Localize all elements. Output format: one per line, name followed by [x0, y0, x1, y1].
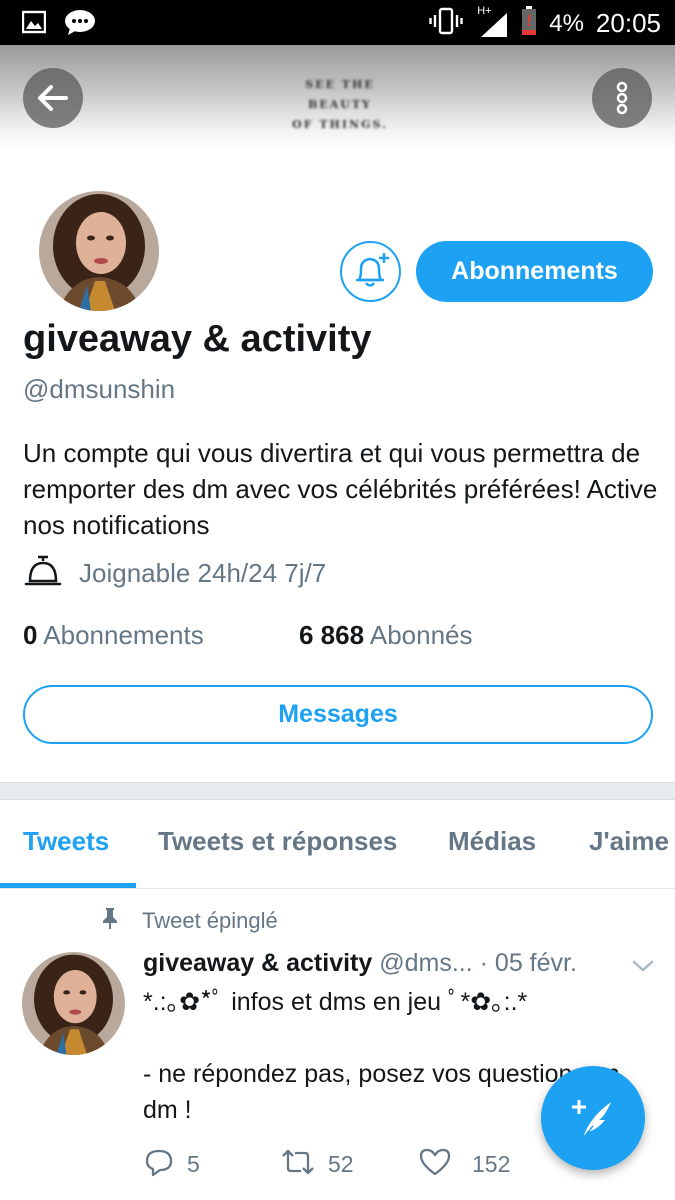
- reply-action[interactable]: 5: [143, 1146, 200, 1183]
- retweet-count: 52: [328, 1151, 354, 1177]
- profile-location: Joignable 24h/24 7j/7: [79, 557, 327, 588]
- active-tab-indicator: [0, 883, 136, 888]
- followers-stat[interactable]: 6 868 Abonnés: [299, 620, 473, 651]
- signal-icon: H+: [475, 5, 509, 39]
- section-divider: [0, 782, 675, 800]
- more-options-button[interactable]: [592, 68, 652, 128]
- messages-button[interactable]: Messages: [23, 685, 653, 744]
- followers-count: 6 868: [299, 620, 365, 650]
- chevron-down-icon: [630, 960, 656, 980]
- profile-bio: Un compte qui vous divertira et qui vous…: [23, 438, 658, 540]
- heart-icon: [418, 1146, 452, 1183]
- chat-icon: [64, 8, 98, 41]
- compose-icon: [541, 1100, 645, 1174]
- back-arrow-icon: [23, 85, 83, 132]
- banner-text: SEE THE BEAUTY OF THINGS.: [292, 78, 388, 131]
- pinned-label: Tweet épinglé: [142, 907, 278, 933]
- reply-count: 5: [187, 1151, 200, 1177]
- tab-tweets-and-replies[interactable]: Tweets et réponses: [158, 826, 397, 857]
- retweet-action[interactable]: 52: [280, 1146, 354, 1183]
- following-button[interactable]: Abonnements: [416, 241, 653, 302]
- tweet-date: · 05 févr.: [479, 949, 577, 977]
- tweet-author-avatar[interactable]: [22, 952, 125, 1055]
- profile-location-row: Joignable 24h/24 7j/7: [23, 553, 326, 593]
- more-vertical-icon: [592, 81, 652, 132]
- followers-label: Abonnés: [369, 620, 473, 650]
- bell-plus-icon: [342, 253, 399, 304]
- following-count: 0: [23, 620, 38, 650]
- profile-display-name: giveaway & activity: [23, 318, 372, 360]
- compose-tweet-button[interactable]: [541, 1066, 645, 1170]
- svg-text:!: !: [527, 13, 532, 30]
- pin-icon: [100, 906, 120, 935]
- service-bell-icon: [23, 551, 63, 596]
- tweet-author-handle: @dms...: [379, 949, 473, 977]
- following-label: Abonnements: [43, 620, 204, 650]
- tweet-menu-button[interactable]: [630, 956, 656, 981]
- profile-tabs: Tweets Tweets et réponses Médias J'aime: [0, 800, 675, 889]
- like-action[interactable]: 152: [418, 1146, 510, 1183]
- tab-media[interactable]: Médias: [448, 826, 536, 857]
- pinned-tweet-label-row: Tweet épinglé: [100, 906, 278, 935]
- battery-percent: 4%: [549, 9, 584, 37]
- status-bar: H+ ! 4% 20:05: [0, 0, 675, 45]
- back-button[interactable]: [23, 68, 83, 128]
- tweet-header: giveaway & activity @dms... · 05 févr.: [143, 949, 577, 978]
- profile-banner: SEE THE BEAUTY OF THINGS.: [0, 45, 675, 150]
- tab-tweets[interactable]: Tweets: [23, 826, 109, 857]
- retweet-icon: [280, 1146, 316, 1183]
- battery-icon: !: [521, 6, 537, 41]
- reply-icon: [143, 1146, 175, 1183]
- gallery-icon: [21, 10, 47, 39]
- clock: 20:05: [595, 8, 661, 38]
- notifications-button[interactable]: [340, 241, 401, 302]
- tweet-author-name[interactable]: giveaway & activity: [143, 949, 372, 977]
- vibrate-icon: [429, 7, 463, 40]
- profile-avatar[interactable]: [36, 188, 162, 314]
- tab-likes[interactable]: J'aime: [589, 826, 669, 857]
- following-stat[interactable]: 0 Abonnements: [23, 620, 204, 651]
- profile-handle: @dmsunshin: [23, 374, 176, 404]
- like-count: 152: [472, 1151, 511, 1177]
